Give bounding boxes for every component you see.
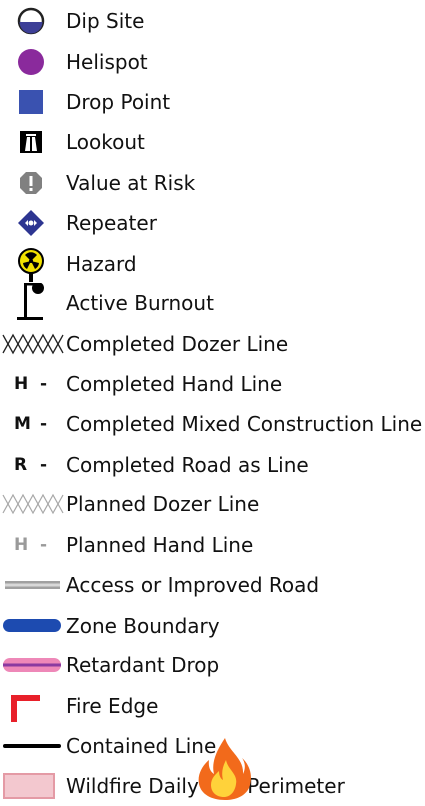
- line-letter: H: [14, 535, 29, 555]
- legend-row-hazard: Hazard: [0, 244, 425, 284]
- legend-row-planned-hand-line: H - Planned Hand Line: [0, 525, 425, 565]
- legend-label: Completed Road as Line: [66, 453, 309, 477]
- planned-hand-line-icon: H -: [0, 525, 64, 565]
- legend-row-completed-road-line: R - Completed Road as Line: [0, 445, 425, 485]
- legend-row-lookout: Lookout: [0, 122, 425, 162]
- contained-line-icon: [3, 744, 61, 748]
- legend-row-retardant-drop: Retardant Drop: [0, 645, 425, 685]
- map-legend: Dip Site Helispot Drop Point Lookout Val…: [0, 0, 425, 800]
- completed-road-line-icon: R -: [0, 445, 64, 485]
- legend-row-repeater: Repeater: [0, 203, 425, 243]
- line-dash: -: [40, 535, 48, 555]
- legend-label: Contained Line: [66, 734, 217, 758]
- legend-row-completed-dozer-line: Completed Dozer Line: [0, 324, 425, 364]
- legend-label: Helispot: [66, 50, 148, 74]
- legend-label: Completed Mixed Construction Line: [66, 412, 423, 436]
- line-letter: R: [14, 455, 28, 475]
- line-dash: -: [40, 374, 48, 394]
- legend-label: Active Burnout: [66, 291, 214, 315]
- completed-dozer-line-icon: [2, 333, 64, 355]
- flame-icon: [198, 738, 251, 800]
- legend-row-access-road: Access or Improved Road: [0, 565, 425, 605]
- drop-point-icon: [19, 90, 43, 114]
- legend-label: Access or Improved Road: [66, 573, 320, 597]
- legend-label: Planned Hand Line: [66, 533, 254, 557]
- dip-site-icon: [17, 7, 45, 35]
- line-dash: -: [40, 414, 48, 434]
- line-letter: M: [14, 414, 31, 434]
- value-at-risk-icon: [20, 172, 42, 194]
- legend-row-drop-point: Drop Point: [0, 82, 425, 122]
- legend-label: Zone Boundary: [66, 614, 220, 638]
- legend-label: Fire Edge: [66, 694, 159, 718]
- legend-row-zone-boundary: Zone Boundary: [0, 606, 425, 646]
- completed-mixed-line-icon: M -: [0, 404, 64, 444]
- fire-edge-icon: [11, 695, 40, 722]
- legend-row-dip-site: Dip Site: [0, 1, 425, 41]
- legend-row-planned-dozer-line: Planned Dozer Line: [0, 484, 425, 524]
- legend-row-helispot: Helispot: [0, 42, 425, 82]
- legend-row-fire-edge: Fire Edge: [0, 686, 425, 726]
- legend-label: Retardant Drop: [66, 653, 220, 677]
- lookout-icon: [20, 131, 42, 153]
- legend-row-completed-hand-line: H - Completed Hand Line: [0, 364, 425, 404]
- active-burnout-icon: [17, 283, 44, 320]
- zone-boundary-icon: [3, 619, 61, 632]
- completed-hand-line-icon: H -: [0, 364, 64, 404]
- access-road-icon: [5, 581, 60, 589]
- line-dash: -: [40, 455, 48, 475]
- planned-dozer-line-icon: [2, 493, 64, 515]
- line-letter: H: [14, 374, 29, 394]
- legend-row-value-at-risk: Value at Risk: [0, 163, 425, 203]
- legend-label: Completed Dozer Line: [66, 332, 289, 356]
- legend-row-completed-mixed-line: M - Completed Mixed Construction Line: [0, 404, 425, 444]
- retardant-drop-icon: [3, 658, 61, 672]
- helispot-icon: [18, 49, 44, 75]
- legend-label: Dip Site: [66, 9, 145, 33]
- legend-row-active-burnout: Active Burnout: [0, 283, 425, 323]
- legend-label: Hazard: [66, 252, 137, 276]
- legend-label: Value at Risk: [66, 171, 196, 195]
- legend-label: Planned Dozer Line: [66, 492, 260, 516]
- legend-label: Completed Hand Line: [66, 372, 283, 396]
- repeater-icon: [18, 210, 44, 236]
- fire-perimeter-icon: [3, 773, 55, 799]
- legend-label: Lookout: [66, 130, 145, 154]
- legend-label: Drop Point: [66, 90, 171, 114]
- legend-label: Repeater: [66, 211, 157, 235]
- hazard-icon: [18, 248, 44, 282]
